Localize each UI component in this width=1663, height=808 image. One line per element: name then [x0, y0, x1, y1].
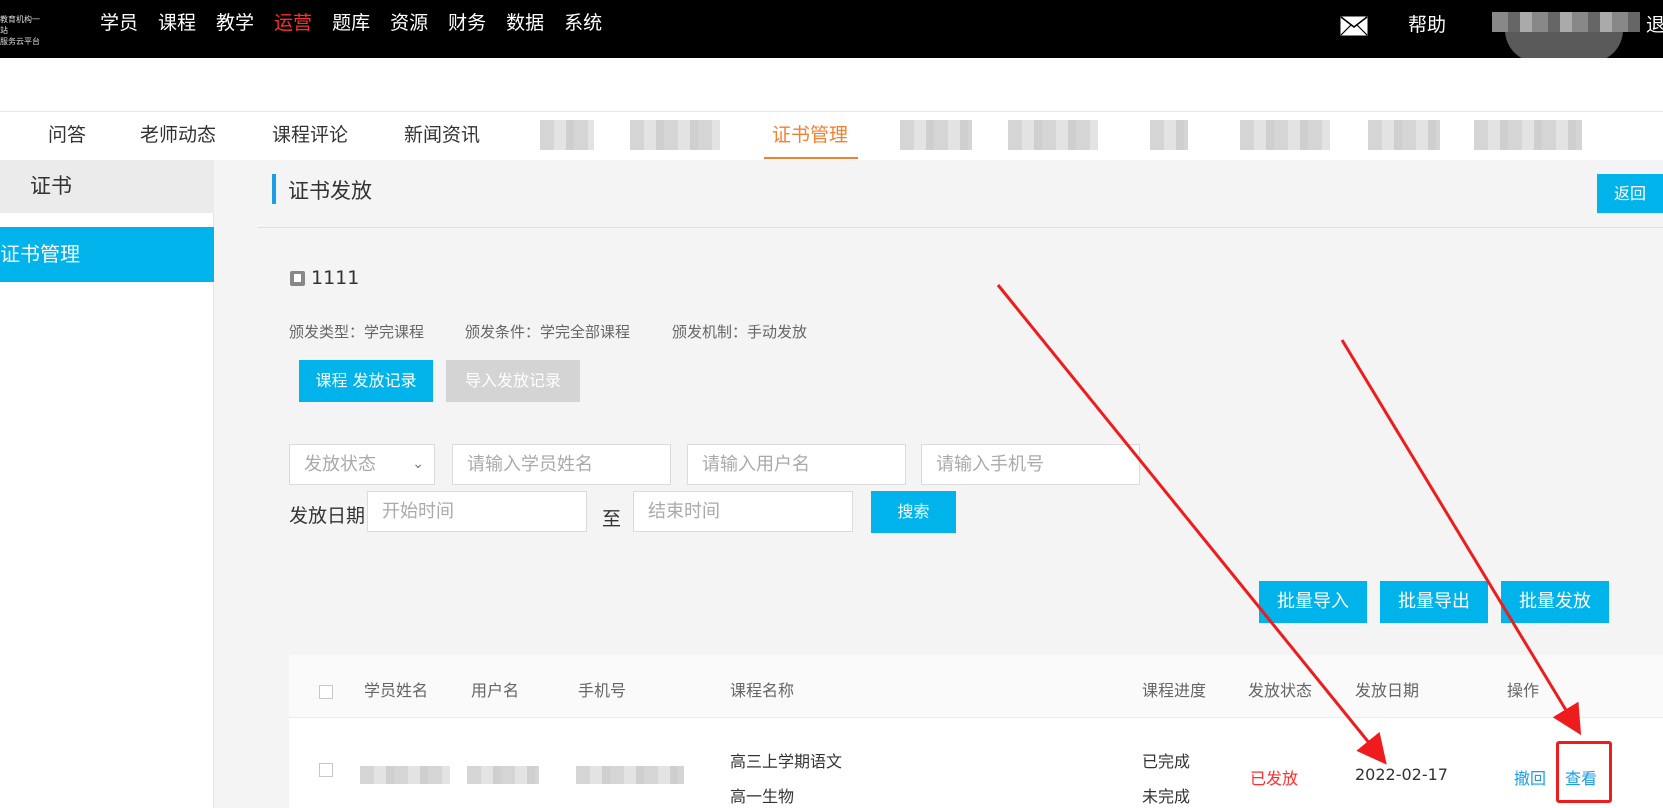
logout-link[interactable]: 退: [1646, 10, 1663, 37]
issue-type: 颁发类型：学完课程: [289, 323, 425, 341]
bulk-export-button[interactable]: 批量导出: [1380, 581, 1488, 623]
phone-input[interactable]: 请输入手机号: [921, 444, 1140, 485]
course-progress: 未完成: [1142, 787, 1191, 806]
certificate-name: 1111: [311, 267, 360, 289]
help-link[interactable]: 帮助: [1408, 10, 1446, 37]
col-phone: 手机号: [578, 681, 627, 700]
status-select-value: 发放状态: [304, 454, 376, 475]
tab-redacted[interactable]: [1474, 120, 1582, 150]
issue-condition: 颁发条件：学完全部课程: [465, 323, 631, 341]
col-course-name: 课程名称: [730, 681, 795, 700]
sidebar: 证书 证书管理: [0, 160, 214, 808]
top-nav-finance[interactable]: 财务: [448, 0, 486, 48]
sidebar-header: 证书: [0, 160, 214, 213]
issue-date: 2022-02-17: [1355, 765, 1448, 784]
top-nav-operations[interactable]: 运营: [274, 0, 312, 48]
logo[interactable]: 教育机构一站 服务云平台: [0, 14, 40, 46]
status-badge: 已发放: [1250, 769, 1299, 788]
certificate-icon: [290, 271, 305, 286]
top-nav-resources[interactable]: 资源: [390, 0, 428, 48]
username-redacted: [467, 766, 539, 784]
course-records-button[interactable]: 课程 发放记录: [299, 360, 433, 402]
header-band: [0, 58, 1663, 112]
tab-redacted[interactable]: [1368, 120, 1440, 150]
status-select[interactable]: 发放状态 ⌄: [289, 444, 435, 485]
top-nav-courses[interactable]: 课程: [158, 0, 196, 48]
sub-tabs: 问答 老师动态 课程评论 新闻资讯 证书管理: [0, 112, 1663, 160]
col-student-name: 学员姓名: [364, 681, 429, 700]
title-accent-bar: [272, 174, 276, 204]
tab-redacted[interactable]: [1240, 120, 1330, 150]
col-actions: 操作: [1507, 681, 1540, 700]
issue-mechanism: 颁发机制：手动发放: [672, 323, 808, 341]
tab-news[interactable]: 新闻资讯: [404, 120, 480, 147]
tab-teacher-updates[interactable]: 老师动态: [140, 120, 216, 147]
top-nav-teaching[interactable]: 教学: [216, 0, 254, 48]
title-divider: [258, 227, 1663, 228]
back-button[interactable]: 返回: [1597, 174, 1663, 213]
tab-redacted[interactable]: [1008, 120, 1098, 150]
start-date-input[interactable]: 开始时间: [367, 491, 587, 532]
issuance-table: 学员姓名 用户名 手机号 课程名称 课程进度 发放状态 发放日期 操作 高三上学…: [289, 655, 1663, 808]
logo-line-1: 教育机构一站: [0, 15, 40, 35]
logo-line-2: 服务云平台: [0, 37, 40, 46]
tab-course-reviews[interactable]: 课程评论: [272, 120, 348, 147]
tab-certificate-management[interactable]: 证书管理: [772, 120, 848, 147]
tab-redacted[interactable]: [540, 120, 594, 150]
tab-redacted[interactable]: [630, 120, 720, 150]
issue-date-label: 发放日期: [289, 505, 366, 527]
top-nav-data[interactable]: 数据: [506, 0, 544, 48]
tab-qa[interactable]: 问答: [48, 120, 86, 147]
active-tab-underline: [764, 157, 858, 159]
col-issue-status: 发放状态: [1248, 681, 1313, 700]
student-name-input[interactable]: 请输入学员姓名: [452, 444, 671, 485]
table-header: 学员姓名 用户名 手机号 课程名称 课程进度 发放状态 发放日期 操作: [289, 655, 1663, 718]
row-checkbox[interactable]: [319, 763, 333, 777]
import-records-button[interactable]: 导入发放记录: [446, 360, 580, 402]
top-nav-question-bank[interactable]: 题库: [332, 0, 370, 48]
annotation-highlight-box: [1556, 741, 1612, 803]
chevron-down-icon: ⌄: [412, 456, 424, 472]
bulk-issue-button[interactable]: 批量发放: [1501, 581, 1609, 623]
bulk-import-button[interactable]: 批量导入: [1259, 581, 1367, 623]
student-name-redacted: [360, 766, 450, 784]
course-progress: 已完成: [1142, 752, 1191, 771]
sidebar-item-certificate-management[interactable]: 证书管理: [0, 227, 214, 282]
user-name-redacted[interactable]: [1492, 12, 1640, 32]
search-button[interactable]: 搜索: [871, 491, 956, 533]
course-name: 高三上学期语文: [730, 752, 843, 771]
page-title: 证书发放: [288, 179, 372, 203]
select-all-checkbox[interactable]: [319, 685, 333, 699]
tab-redacted[interactable]: [900, 120, 972, 150]
col-username: 用户名: [471, 681, 520, 700]
tab-redacted[interactable]: [1150, 120, 1188, 150]
end-date-input[interactable]: 结束时间: [633, 491, 853, 532]
top-nav-system[interactable]: 系统: [564, 0, 602, 48]
top-bar: 教育机构一站 服务云平台 学员 课程 教学 运营 题库 资源 财务 数据 系统 …: [0, 0, 1663, 62]
top-nav-students[interactable]: 学员: [100, 0, 138, 48]
col-course-progress: 课程进度: [1142, 681, 1207, 700]
course-name: 高一生物: [730, 787, 795, 806]
username-input[interactable]: 请输入用户名: [687, 444, 906, 485]
mail-icon[interactable]: [1340, 16, 1368, 36]
top-nav: 学员 课程 教学 运营 题库 资源 财务 数据 系统: [100, 0, 622, 48]
phone-redacted: [576, 766, 684, 784]
revoke-link[interactable]: 撤回: [1514, 765, 1546, 789]
to-label: 至: [602, 508, 622, 530]
col-issue-date: 发放日期: [1355, 681, 1420, 700]
